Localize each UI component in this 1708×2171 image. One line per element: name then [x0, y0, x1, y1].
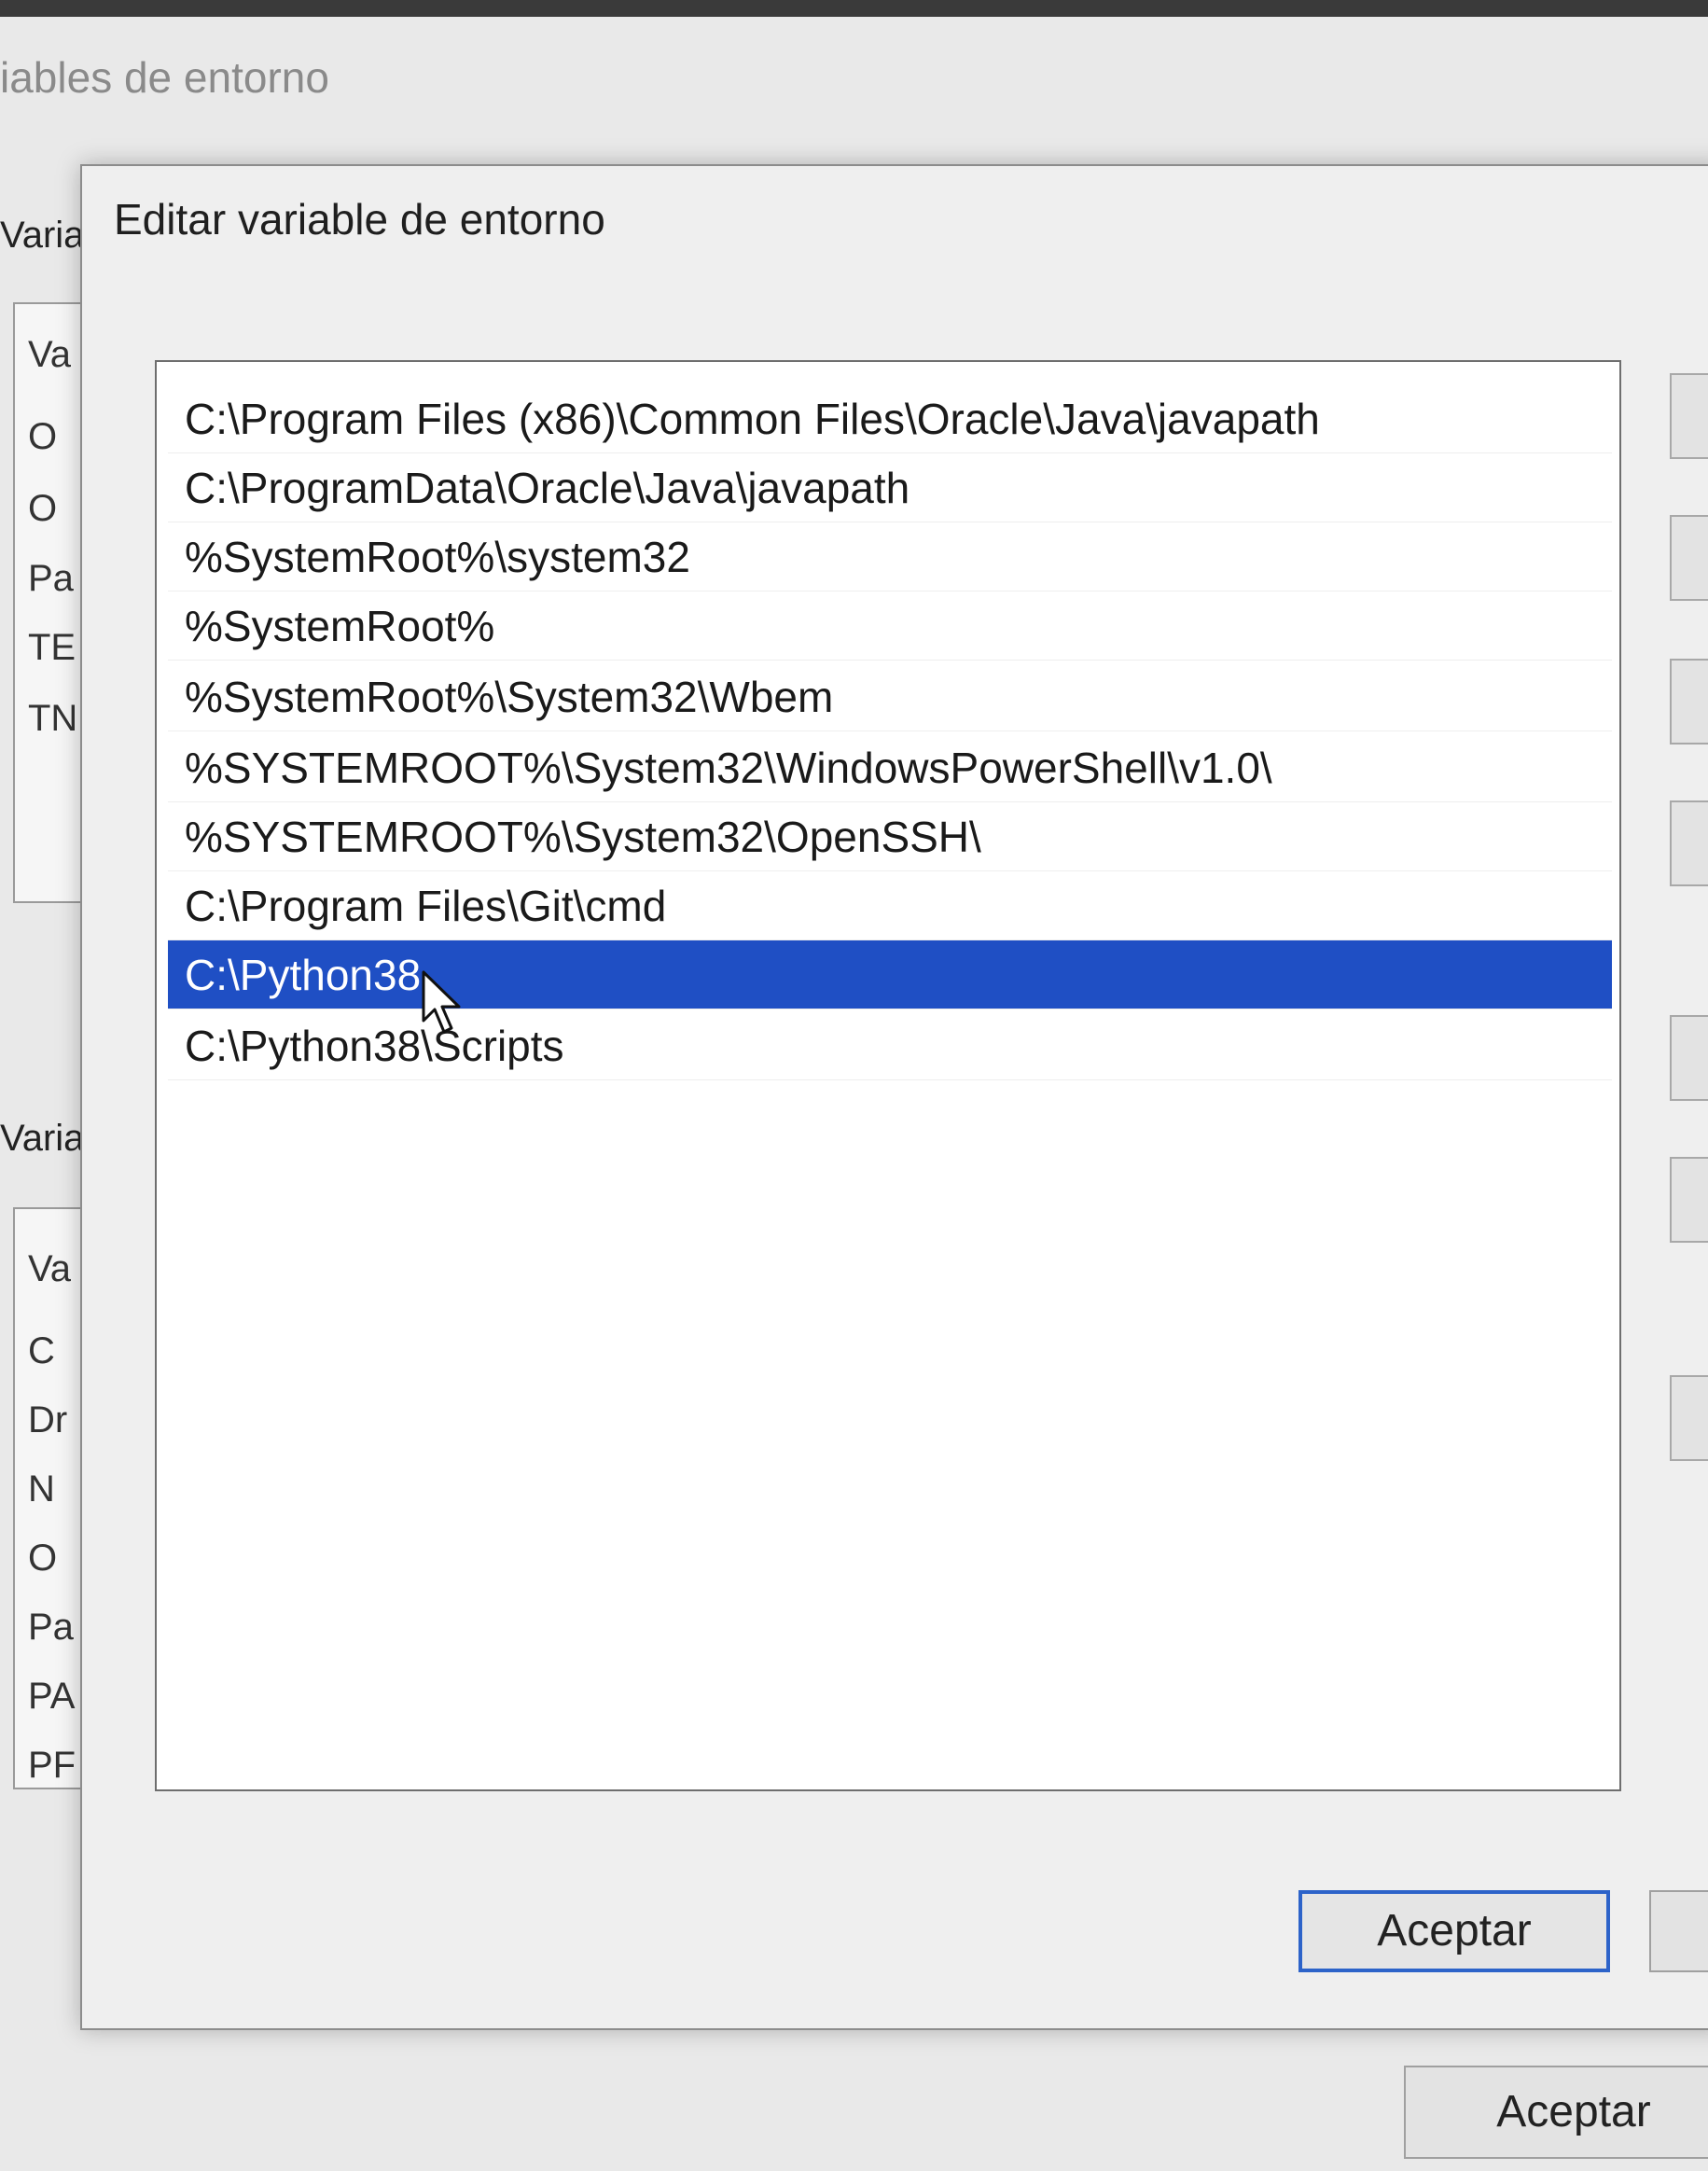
edit-environment-variable-dialog: Editar variable de entorno C:\Program Fi… [80, 164, 1708, 2030]
path-list-item[interactable]: %SystemRoot% [168, 591, 1612, 661]
system-var-row[interactable]: PF [28, 1745, 76, 1787]
system-var-row[interactable]: Pa [28, 1607, 74, 1649]
user-var-row[interactable]: O [28, 488, 57, 530]
new-button[interactable] [1670, 373, 1708, 459]
ok-button[interactable]: Aceptar [1298, 1890, 1610, 1972]
path-list-item[interactable]: %SYSTEMROOT%\System32\WindowsPowerShell\… [168, 733, 1612, 802]
path-list-item[interactable]: %SystemRoot%\System32\Wbem [168, 662, 1612, 731]
user-var-row[interactable]: Pa [28, 558, 74, 600]
path-list-item[interactable]: %SYSTEMROOT%\System32\OpenSSH\ [168, 802, 1612, 871]
path-list-item[interactable]: %SystemRoot%\system32 [168, 522, 1612, 591]
path-list-item-selected[interactable]: C:\Python38 [168, 940, 1612, 1009]
system-var-row[interactable]: PA [28, 1676, 75, 1718]
system-var-header: Va [28, 1248, 71, 1289]
edit-text-button[interactable] [1670, 1375, 1708, 1461]
monitor-top-edge [0, 0, 1708, 17]
user-variables-label: Varia [0, 215, 85, 256]
path-list-item[interactable]: C:\Python38\Scripts [168, 1011, 1612, 1080]
user-var-row[interactable]: TN [28, 698, 77, 740]
env-ok-button[interactable]: Aceptar [1404, 2066, 1708, 2159]
user-var-header: Va [28, 334, 71, 375]
delete-button[interactable] [1670, 800, 1708, 886]
edit-button[interactable] [1670, 515, 1708, 601]
move-down-button[interactable] [1670, 1157, 1708, 1243]
system-var-row[interactable]: N [28, 1468, 55, 1510]
system-var-row[interactable]: Dr [28, 1399, 67, 1441]
browse-button[interactable] [1670, 659, 1708, 745]
user-var-row[interactable]: O [28, 416, 57, 458]
path-list[interactable]: C:\Program Files (x86)\Common Files\Orac… [155, 360, 1621, 1791]
system-variables-label: Varia [0, 1118, 85, 1159]
path-list-item[interactable]: C:\ProgramData\Oracle\Java\javapath [168, 453, 1612, 522]
env-window-title: iables de entorno [0, 53, 329, 102]
user-var-row[interactable]: TE [28, 627, 76, 669]
path-list-item[interactable]: C:\Program Files\Git\cmd [168, 871, 1612, 940]
dialog-title: Editar variable de entorno [114, 195, 605, 244]
mouse-pointer-icon [422, 970, 461, 1034]
move-up-button[interactable] [1670, 1015, 1708, 1101]
path-list-item[interactable]: C:\Program Files (x86)\Common Files\Orac… [168, 384, 1612, 453]
cancel-button[interactable] [1649, 1890, 1708, 1972]
system-var-row[interactable]: C [28, 1330, 55, 1372]
system-var-row[interactable]: O [28, 1538, 57, 1580]
